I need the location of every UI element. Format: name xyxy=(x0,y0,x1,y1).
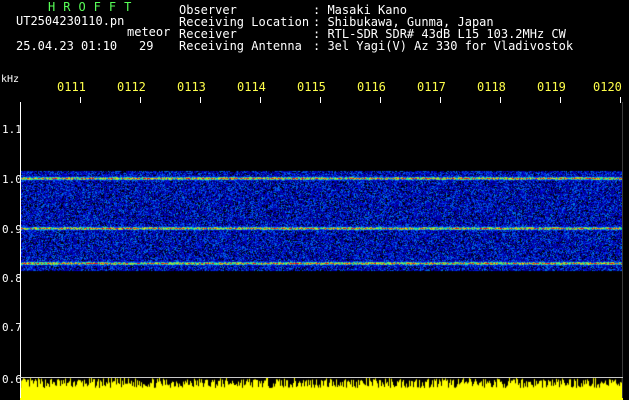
y-tick-label: 0.6 xyxy=(2,373,22,386)
x-tick-label: 0113 xyxy=(177,80,206,94)
y-tick-label: 0.9 xyxy=(2,223,22,236)
y-tick-label: 0.8 xyxy=(2,272,22,285)
spectrogram xyxy=(20,103,623,378)
x-tick-label: 0118 xyxy=(477,80,506,94)
x-tick-label: 0115 xyxy=(297,80,326,94)
hrofft-screen: HROFFT UT2504230110.pn meteor 25.04.23 0… xyxy=(0,0,629,400)
x-tick-label: 0120 xyxy=(593,80,622,94)
file-name: UT2504230110.pn xyxy=(16,14,125,28)
x-tick-label: 0116 xyxy=(357,80,386,94)
app-brand: HROFFT xyxy=(48,0,140,14)
x-tick-label: 0111 xyxy=(57,80,86,94)
frequency-unit-label: kHz xyxy=(1,74,20,85)
antenna-label: Receiving Antenna xyxy=(179,39,302,53)
y-tick-label: 1.1 xyxy=(2,123,22,136)
baseline-line xyxy=(20,377,623,378)
x-tick-label: 0114 xyxy=(237,80,266,94)
y-tick-label: 0.7 xyxy=(2,321,22,334)
y-tick-label: 1.0 xyxy=(2,173,22,186)
meteor-count: 29 xyxy=(139,39,154,53)
capture-datetime: 25.04.23 01:10 xyxy=(16,39,118,53)
antenna-value: : 3el Yagi(V) Az 330 for Vladivostok xyxy=(313,39,574,53)
file-name-suffix: meteor xyxy=(127,25,171,39)
left-frame-line xyxy=(20,102,21,398)
x-tick-label: 0119 xyxy=(537,80,566,94)
signal-energy-bar xyxy=(20,378,623,400)
right-frame-line xyxy=(622,102,623,398)
x-tick-label: 0117 xyxy=(417,80,446,94)
x-tick-label: 0112 xyxy=(117,80,146,94)
